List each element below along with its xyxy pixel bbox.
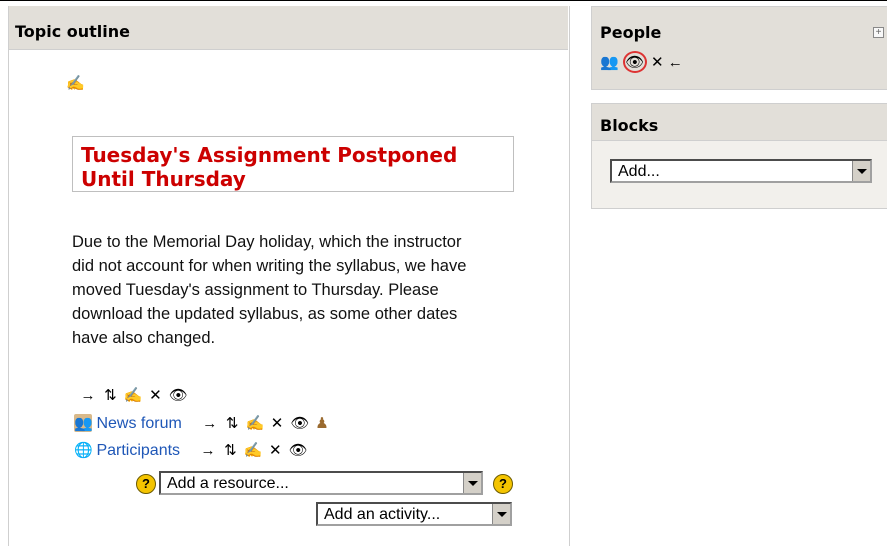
chevron-down-icon[interactable] — [463, 473, 481, 493]
expand-icon[interactable]: + — [873, 27, 884, 38]
add-resource-label: Add a resource... — [167, 475, 289, 492]
page-title: Topic outline — [15, 22, 131, 41]
add-block-label: Add... — [618, 163, 660, 180]
add-activity-select[interactable]: Add an activity... — [316, 502, 512, 526]
top-border — [0, 0, 887, 1]
forum-icon: 👥 — [74, 414, 93, 432]
chevron-down-icon[interactable] — [852, 161, 870, 181]
add-activity-label: Add an activity... — [324, 506, 441, 523]
move-right-icon[interactable]: → — [79, 387, 97, 404]
participants-icon: 👥 — [600, 54, 619, 71]
chevron-down-icon[interactable] — [492, 504, 510, 524]
help-button[interactable]: ? — [136, 474, 156, 494]
delete-icon[interactable]: ✕ — [651, 54, 664, 71]
move-updown-icon[interactable]: ⇅ — [221, 441, 239, 459]
move-updown-icon[interactable]: ⇅ — [223, 414, 241, 432]
add-block-select[interactable]: Add... — [610, 159, 872, 183]
delete-icon[interactable]: ✕ — [268, 414, 286, 432]
list-item: 🌐 Participants → ⇅ ✍ ✕ 👁 — [74, 441, 308, 461]
edit-icon: ✍ — [66, 75, 85, 92]
blocks-header: Blocks — [592, 104, 887, 141]
delete-icon[interactable]: ✕ — [146, 386, 164, 404]
help-icon: ? — [493, 474, 513, 494]
topic-summary: Due to the Memorial Day holiday, which t… — [72, 233, 467, 347]
hide-eye-icon[interactable]: 👁 — [289, 441, 308, 459]
group-mode-icon[interactable]: ♟ — [313, 414, 331, 432]
people-title: People — [600, 23, 662, 42]
delete-icon[interactable]: ✕ — [266, 441, 284, 459]
move-updown-icon[interactable]: ⇅ — [101, 386, 119, 404]
edit-icon[interactable]: ✍ — [246, 414, 265, 432]
edit-icon[interactable]: ✍ — [244, 441, 263, 459]
move-left-icon[interactable]: ← — [668, 54, 683, 71]
move-right-icon[interactable]: → — [201, 415, 219, 432]
blocks-block: Blocks Add... — [591, 103, 887, 209]
edit-icon[interactable]: ✍ — [124, 386, 143, 404]
hide-eye-icon[interactable]: 👁 — [622, 51, 647, 73]
topic-outline-header: Topic outline — [9, 6, 568, 50]
move-right-icon[interactable]: → — [199, 442, 217, 459]
add-resource-select[interactable]: Add a resource... — [159, 471, 483, 495]
people-controls: 👥 👁 ✕ ← — [600, 51, 683, 73]
participants-link[interactable]: Participants — [96, 442, 180, 459]
summary-controls: → ⇅ ✍ ✕ 👁 — [79, 386, 188, 406]
list-item: 👥 News forum → ⇅ ✍ ✕ 👁 ♟ — [74, 414, 331, 434]
news-forum-link[interactable]: News forum — [96, 415, 181, 432]
edit-summary-icon[interactable]: ✍ — [66, 74, 85, 93]
hide-eye-icon[interactable]: 👁 — [169, 386, 188, 404]
participants-icon: 🌐 — [74, 442, 93, 459]
help-icon: ? — [136, 474, 156, 494]
blocks-title: Blocks — [600, 116, 659, 135]
people-block: People + 👥 👁 ✕ ← — [591, 6, 887, 90]
help-button[interactable]: ? — [493, 474, 513, 494]
topic-heading: Tuesday's Assignment Postponed Until Thu… — [72, 136, 514, 192]
hide-eye-icon[interactable]: 👁 — [291, 414, 310, 432]
